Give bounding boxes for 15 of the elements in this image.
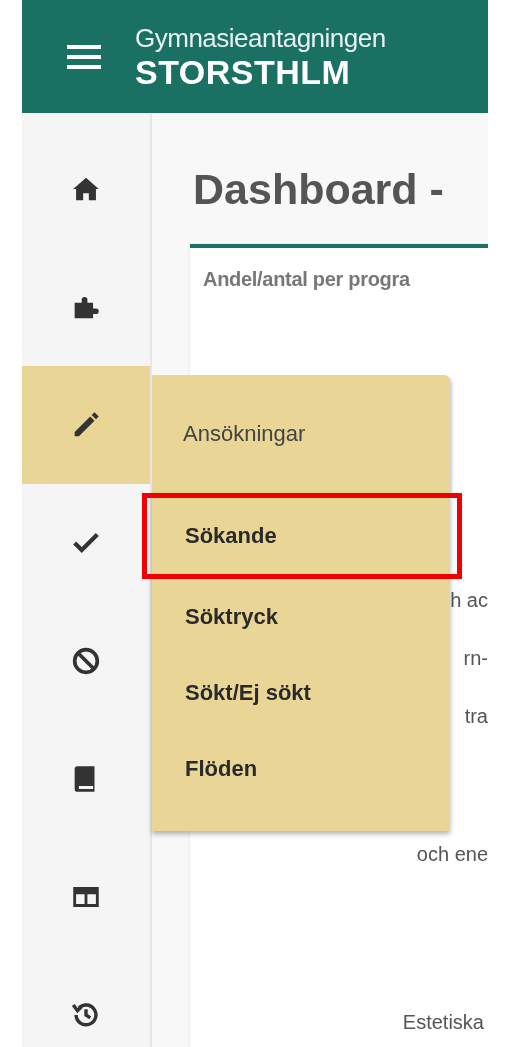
card-title: Andel/antal per progra: [203, 268, 412, 291]
chart-label: och ene: [416, 841, 488, 867]
menu-item[interactable]: Söktryck: [152, 579, 450, 655]
menu-item[interactable]: Sökt/Ej sökt: [152, 655, 450, 731]
menu-item[interactable]: Sökande: [142, 493, 462, 579]
logo-title: STORSTHLM: [135, 54, 352, 89]
chart-label: tra: [464, 703, 488, 729]
menu-item[interactable]: Flöden: [152, 731, 450, 807]
chart-label: rn-: [463, 645, 488, 671]
logo-subtitle: Gymnasieantagningen: [135, 24, 386, 51]
menu-icon[interactable]: [67, 42, 101, 71]
chart-label: Estetiska: [402, 1009, 485, 1035]
page-title: Dashboard -: [193, 165, 445, 214]
chart-label: h ac: [450, 587, 488, 613]
flyout-title: Ansökningar: [183, 421, 306, 447]
